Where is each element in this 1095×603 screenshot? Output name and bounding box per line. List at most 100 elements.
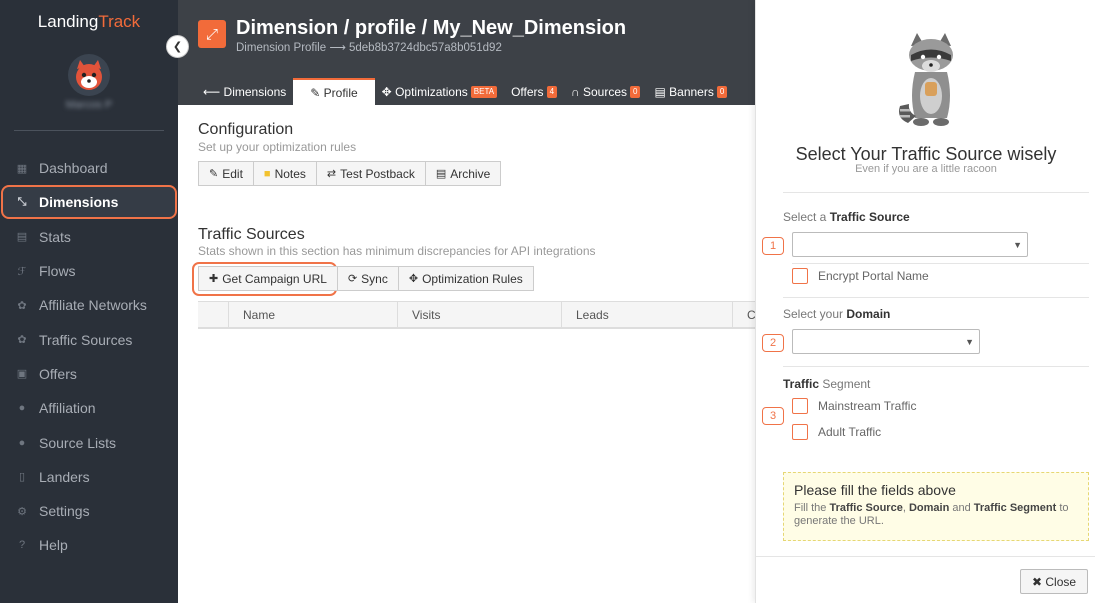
traffic-sources-toolbar: ✚ Get Campaign URL ⟳ Sync ✥ Optimization Ru…: [198, 266, 534, 291]
select-column[interactable]: [198, 302, 229, 327]
sidebar-item-stats[interactable]: ▤ Stats: [0, 220, 178, 254]
optimization-rules-button[interactable]: ✥ Optimization Rules: [397, 266, 534, 291]
file-icon: ▯: [18, 471, 26, 484]
archive-icon: ▤: [435, 168, 447, 180]
traffic-source-select[interactable]: ▼: [792, 232, 1028, 257]
avatar[interactable]: [68, 54, 110, 96]
tab-offers[interactable]: Offers 4: [504, 78, 564, 105]
sidebar-item-dashboard[interactable]: ▦ Dashboard: [0, 151, 178, 185]
label-bold: Traffic: [783, 377, 820, 391]
archive-button[interactable]: ▤ Archive: [424, 161, 502, 186]
panel-title: Select Your Traffic Source wisely: [795, 144, 1057, 164]
sidebar-item-label: Dashboard: [39, 160, 108, 177]
label-prefix: Select a: [783, 210, 830, 224]
button-label: Edit: [222, 166, 243, 181]
expand-arrows-icon: ⤢: [198, 20, 226, 48]
count-badge: 0: [716, 85, 728, 98]
encrypt-portal-name-checkbox[interactable]: Encrypt Portal Name: [792, 268, 929, 284]
sidebar-item-label: Offers: [39, 365, 77, 382]
crosshair-icon: ✥: [381, 84, 392, 99]
test-postback-button[interactable]: ⇄ Test Postback: [315, 161, 426, 186]
configuration-title: Configuration: [198, 121, 294, 138]
configuration-toolbar: ✎ Edit ■ Notes ⇄ Test Postback ▤ Archive: [198, 161, 502, 186]
sidebar-item-label: Settings: [39, 503, 90, 520]
tab-label: Offers: [511, 84, 544, 99]
tab-optimizations[interactable]: ✥ Optimizations BETA: [375, 78, 504, 105]
note-icon: ■: [263, 167, 271, 180]
domain-label: Select your Domain: [783, 307, 890, 321]
refresh-icon: ⟳: [347, 273, 358, 285]
pencil-icon: ✎: [209, 168, 219, 180]
sidebar-nav: ▦ Dashboard ⤡ Dimensions ▤ Stats ℱ Flows ✿ Af…: [0, 151, 178, 563]
divider: [783, 192, 1089, 193]
main-content: Configuration Set up your optimization r…: [178, 105, 756, 603]
tab-dimensions[interactable]: ⟵ Dimensions: [196, 78, 293, 105]
tab-bar: ⟵ Dimensions ✎ Profile ✥ Optimizations BE…: [196, 78, 734, 105]
dashboard-icon: ▦: [16, 162, 28, 175]
label-bold: Domain: [846, 307, 891, 321]
notice-title: Please fill the fields above: [794, 482, 956, 498]
sidebar-item-traffic-sources[interactable]: ✿ Traffic Sources: [0, 322, 178, 356]
sidebar-item-label: Affiliate Networks: [39, 297, 147, 314]
step-number-2: 2: [762, 334, 784, 352]
notes-button[interactable]: ■ Notes: [252, 161, 317, 186]
sidebar-item-flows[interactable]: ℱ Flows: [0, 254, 178, 288]
divider: [783, 366, 1089, 367]
panel-subtitle: Even if you are a little racoon: [855, 163, 997, 175]
checkbox-box[interactable]: [792, 424, 808, 440]
sidebar-item-label: Stats: [39, 228, 71, 245]
notice-text-part: Fill the: [794, 502, 830, 514]
sidebar-item-label: Source Lists: [39, 434, 117, 451]
sidebar-item-affiliate-networks[interactable]: ✿ Affiliate Networks: [0, 288, 178, 322]
sidebar-item-offers[interactable]: ▣ Offers: [0, 357, 178, 391]
sidebar-item-affiliation[interactable]: ● Affiliation: [0, 391, 178, 425]
app-logo[interactable]: LandingTrack: [0, 12, 178, 32]
traffic-segment-label: Traffic Segment: [783, 377, 870, 391]
sync-button[interactable]: ⟳ Sync: [336, 266, 399, 291]
button-label: Test Postback: [340, 166, 415, 181]
page-subtitle: Dimension Profile ⟶ 5deb8b3724dbc57a8b05…: [236, 42, 502, 54]
adult-traffic-checkbox[interactable]: Adult Traffic: [792, 424, 881, 440]
sidebar-item-settings[interactable]: ⚙ Settings: [0, 494, 178, 528]
checkbox-box[interactable]: [792, 398, 808, 414]
users-icon: ●: [18, 436, 26, 449]
column-name[interactable]: Name: [229, 302, 398, 327]
tab-banners[interactable]: ▤ Banners 0: [647, 78, 734, 105]
mainstream-traffic-checkbox[interactable]: Mainstream Traffic: [792, 398, 916, 414]
plus-icon: ✚: [209, 273, 219, 285]
page-title: Dimension / profile / My_New_Dimension: [236, 17, 627, 39]
sidebar-item-label: Affiliation: [39, 400, 96, 417]
close-button[interactable]: ✖ Close: [1020, 569, 1088, 594]
count-badge: 0: [630, 85, 641, 98]
column-visits[interactable]: Visits: [398, 302, 562, 327]
tab-sources[interactable]: ∩ Sources 0: [564, 78, 647, 105]
sidebar-item-dimensions[interactable]: ⤡ Dimensions: [0, 185, 178, 219]
tab-label: Profile: [323, 85, 358, 100]
edit-button[interactable]: ✎ Edit: [198, 161, 254, 186]
pencil-icon: ✎: [310, 85, 321, 100]
button-label: Notes: [274, 166, 306, 181]
sidebar-item-landers[interactable]: ▯ Landers: [0, 460, 178, 494]
notice-bold: Traffic Segment: [973, 502, 1057, 514]
get-campaign-url-button[interactable]: ✚ Get Campaign URL: [198, 266, 338, 291]
chevron-left-icon: ❮: [172, 41, 183, 53]
crosshair-icon: ✥: [408, 273, 419, 285]
traffic-source-label: Select a Traffic Source: [783, 210, 910, 224]
sidebar-item-help[interactable]: ? Help: [0, 528, 178, 562]
label-suffix: Segment: [819, 377, 871, 391]
collapse-sidebar-button[interactable]: ❮: [166, 35, 189, 58]
column-leads[interactable]: Leads: [562, 302, 733, 327]
arrow-left-icon: ⟵: [203, 84, 221, 99]
checkbox-label: Encrypt Portal Name: [818, 269, 929, 283]
sidebar-item-source-lists[interactable]: ● Source Lists: [0, 425, 178, 459]
step-number-1: 1: [762, 237, 784, 255]
tab-label: Dimensions: [223, 84, 287, 99]
count-badge: 4: [546, 85, 558, 98]
domain-select[interactable]: ▼: [792, 329, 980, 354]
tab-profile[interactable]: ✎ Profile: [293, 78, 375, 105]
sidebar-item-label: Help: [39, 537, 68, 554]
checkbox-box[interactable]: [792, 268, 808, 284]
traffic-sources-subtitle: Stats shown in this section has minimum …: [198, 244, 596, 258]
column-c[interactable]: C: [733, 302, 756, 327]
label-prefix: Select your: [783, 307, 847, 321]
